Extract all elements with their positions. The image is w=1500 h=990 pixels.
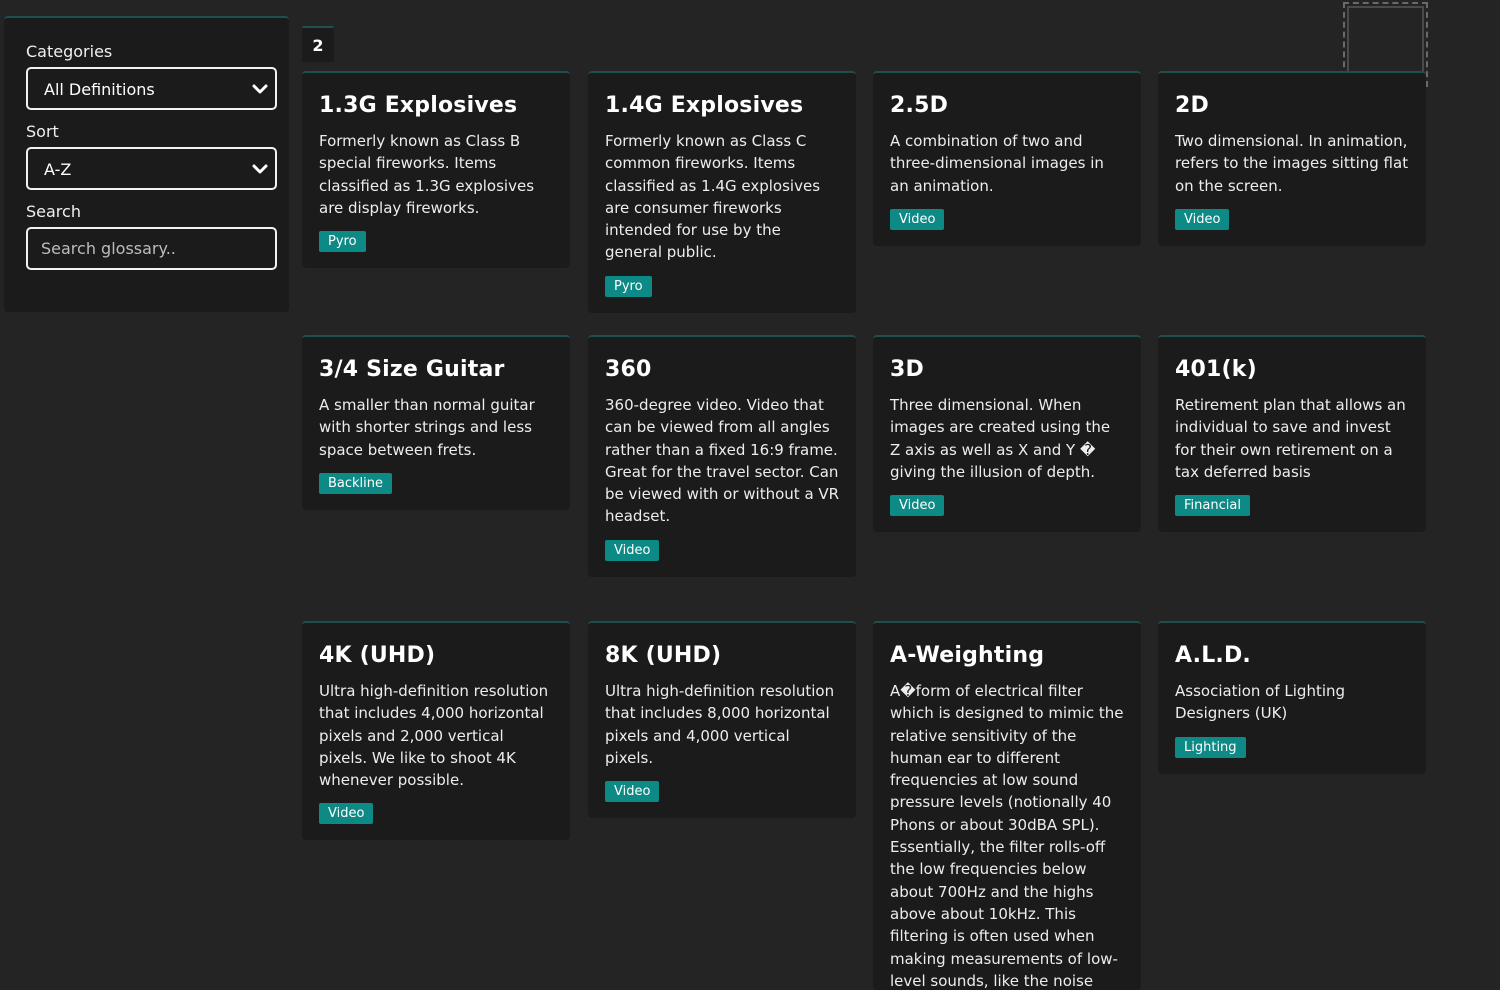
card-term: 2.5D	[890, 93, 949, 118]
sort-label: Sort	[26, 122, 59, 141]
card-term: 3/4 Size Guitar	[319, 357, 505, 382]
card-definition: Ultra high-definition resolution that in…	[319, 682, 549, 790]
glossary-card[interactable]: 2.5D A combination of two and three-dime…	[873, 71, 1141, 246]
category-tag[interactable]: Pyro	[605, 275, 652, 297]
card-definition: Retirement plan that allows an individua…	[1175, 396, 1406, 481]
card-definition: Association of Lighting Designers (UK)	[1175, 682, 1346, 723]
category-tag[interactable]: Video	[890, 495, 945, 517]
categories-select-value: All Definitions	[44, 80, 155, 99]
category-tag[interactable]: Backline	[319, 472, 393, 494]
sort-select[interactable]: A-Z	[26, 147, 277, 190]
card-term: 2D	[1175, 93, 1209, 118]
glossary-card[interactable]: 1.3G Explosives Formerly known as Class …	[302, 71, 570, 269]
card-definition: A combination of two and three-dimension…	[890, 132, 1104, 195]
card-definition: 360-degree video. Video that can be view…	[605, 396, 840, 526]
glossary-card[interactable]: 3/4 Size Guitar A smaller than normal gu…	[302, 335, 570, 510]
categories-select[interactable]: All Definitions	[26, 67, 277, 110]
category-tag[interactable]: Video	[890, 208, 945, 230]
category-tag[interactable]: Video	[319, 803, 374, 825]
card-definition: Three dimensional. When images are creat…	[890, 396, 1111, 481]
category-tag[interactable]: Financial	[1175, 495, 1250, 517]
category-tag[interactable]: Video	[605, 781, 660, 803]
card-term: 1.4G Explosives	[605, 93, 804, 118]
glossary-card[interactable]: 360 360-degree video. Video that can be …	[588, 335, 856, 577]
filter-sidebar: Categories All Definitions Sort A-Z Sear…	[4, 16, 289, 312]
glossary-card[interactable]: 401(k) Retirement plan that allows an in…	[1158, 335, 1426, 533]
categories-label: Categories	[26, 42, 113, 61]
card-term: 3D	[890, 357, 924, 382]
category-tag[interactable]: Pyro	[319, 231, 366, 253]
card-term: 360	[605, 357, 652, 382]
search-input[interactable]	[26, 227, 277, 270]
card-definition: Formerly known as Class B special firewo…	[319, 132, 535, 217]
glossary-card[interactable]: 1.4G Explosives Formerly known as Class …	[588, 71, 856, 313]
chevron-down-icon	[252, 84, 268, 94]
category-tag[interactable]: Video	[605, 539, 660, 561]
glossary-card[interactable]: 2D Two dimensional. In animation, refers…	[1158, 71, 1426, 246]
card-term: 1.3G Explosives	[319, 93, 518, 118]
glossary-card[interactable]: 4K (UHD) Ultra high-definition resolutio…	[302, 621, 570, 841]
card-definition: A�form of electrical filter which is des…	[890, 682, 1124, 990]
card-definition: Two dimensional. In animation, refers to…	[1175, 132, 1409, 195]
category-tag[interactable]: Lighting	[1175, 736, 1246, 758]
card-term: 4K (UHD)	[319, 643, 436, 668]
page-number-badge[interactable]: 2	[302, 26, 334, 62]
glossary-card[interactable]: A-Weighting A�form of electrical filter …	[873, 621, 1141, 990]
card-term: 401(k)	[1175, 357, 1257, 382]
glossary-card[interactable]: 3D Three dimensional. When images are cr…	[873, 335, 1141, 533]
card-term: 8K (UHD)	[605, 643, 722, 668]
category-tag[interactable]: Video	[1175, 208, 1230, 230]
card-definition: Formerly known as Class C common firewor…	[605, 132, 821, 262]
card-definition: Ultra high-definition resolution that in…	[605, 682, 835, 767]
glossary-card[interactable]: 8K (UHD) Ultra high-definition resolutio…	[588, 621, 856, 819]
card-definition: A smaller than normal guitar with shorte…	[319, 396, 535, 459]
sort-select-value: A-Z	[44, 160, 72, 179]
glossary-card[interactable]: A.L.D. Association of Lighting Designers…	[1158, 621, 1426, 774]
search-label: Search	[26, 202, 81, 221]
chevron-down-icon	[252, 164, 268, 174]
card-term: A-Weighting	[890, 643, 1045, 668]
card-term: A.L.D.	[1175, 643, 1251, 668]
